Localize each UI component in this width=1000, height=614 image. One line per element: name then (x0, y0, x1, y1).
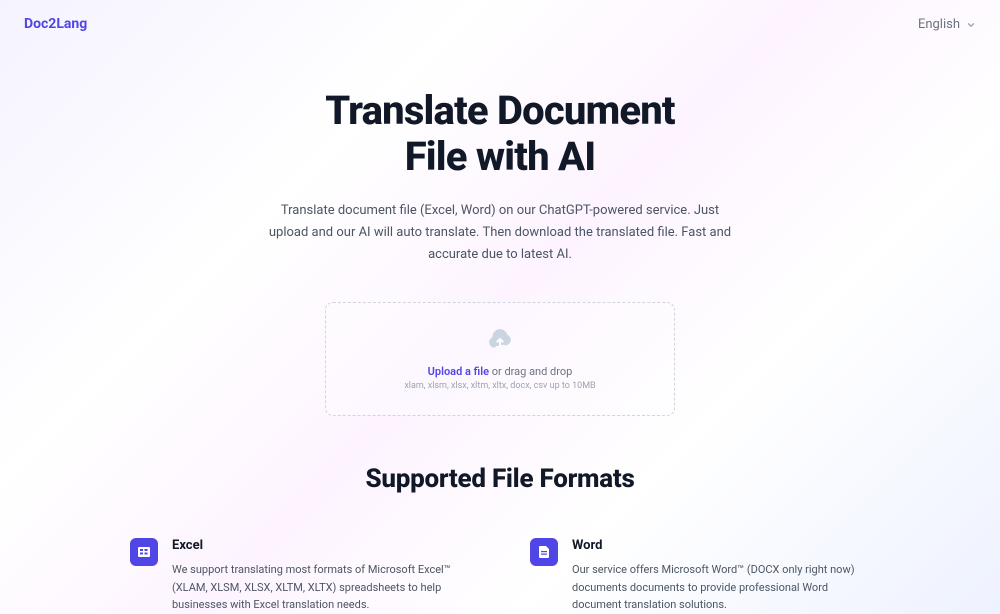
format-description: Our service offers Microsoft Word™ (DOCX… (572, 561, 870, 614)
chevron-down-icon (966, 19, 976, 29)
upload-link: Upload a file (428, 365, 489, 378)
format-title: Excel (172, 538, 470, 553)
format-item-excel: Excel We support translating most format… (130, 538, 470, 614)
hero-description: Translate document file (Excel, Word) on… (260, 200, 740, 266)
upload-formats-text: xlam, xlsm, xlsx, xltm, xltx, docx, csv … (346, 381, 654, 391)
word-icon (530, 538, 558, 566)
excel-icon (130, 538, 158, 566)
language-label: English (918, 17, 960, 32)
format-description: We support translating most formats of M… (172, 561, 470, 614)
upload-icon (346, 327, 654, 353)
logo[interactable]: Doc2Lang (24, 16, 87, 32)
upload-instructions: Upload a file or drag and drop (346, 365, 654, 378)
language-selector[interactable]: English (918, 17, 976, 32)
formats-section-title: Supported File Formats (20, 464, 980, 494)
upload-dropzone[interactable]: Upload a file or drag and drop xlam, xls… (325, 302, 675, 416)
format-item-word: Word Our service offers Microsoft Word™ … (530, 538, 870, 614)
format-title: Word (572, 538, 870, 553)
page-title: Translate Document File with AI (20, 88, 980, 180)
